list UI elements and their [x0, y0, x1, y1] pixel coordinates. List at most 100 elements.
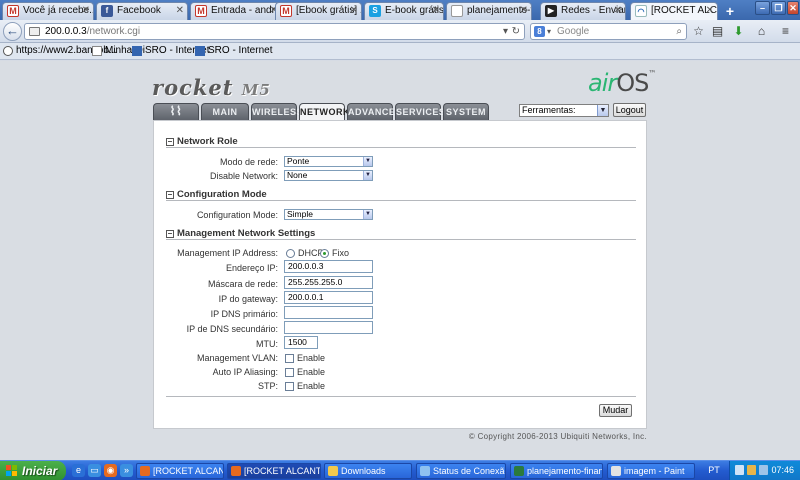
download-icon[interactable]: ⬇	[731, 24, 746, 39]
close-icon[interactable]: ✕	[706, 3, 714, 19]
back-button[interactable]: ←	[3, 22, 22, 41]
ip-address-input[interactable]: 200.0.0.3	[284, 260, 373, 273]
minimize-icon[interactable]: –	[755, 1, 770, 15]
taskbar-item[interactable]: planejamento-finan...	[510, 463, 603, 479]
restore-icon[interactable]: ❐	[771, 1, 786, 15]
collapse-icon[interactable]: –	[166, 230, 174, 238]
logout-button[interactable]: Logout	[613, 103, 646, 117]
show-desktop-icon[interactable]: ▭	[88, 464, 101, 477]
tab-main[interactable]: MAIN	[201, 103, 249, 120]
quicklaunch-icon[interactable]: »	[120, 464, 133, 477]
taskbar-item[interactable]: Downloads	[324, 463, 412, 479]
browser-tab-active[interactable]: ◠ [ROCKET ALCA... ✕	[630, 2, 718, 20]
clock[interactable]: 07:46	[771, 461, 794, 480]
stp-checkbox[interactable]	[285, 382, 294, 391]
close-icon[interactable]: ✕	[350, 3, 358, 19]
airos-logo-air: air	[588, 69, 617, 97]
secondary-dns-input[interactable]	[284, 321, 373, 334]
auto-ip-aliasing-label: Auto IP Aliasing:	[212, 367, 278, 377]
browser-tab[interactable]: S E-book grátis | ... ✕	[364, 2, 444, 20]
tab-wireless[interactable]: WIRELESS	[251, 103, 303, 120]
dropdown-icon[interactable]: ▾	[503, 24, 508, 39]
close-icon[interactable]: ✕	[176, 3, 184, 19]
search-input[interactable]: 8 ▾ Google ⌕	[530, 23, 687, 40]
taskbar-item-label: planejamento-finan...	[527, 466, 603, 476]
close-icon[interactable]: ✕	[520, 3, 528, 19]
tab-services[interactable]: SERVICES	[395, 103, 445, 120]
url-bar[interactable]: 200.0.0.3/network.cgi ▾ ↻	[24, 23, 525, 40]
auto-ip-aliasing-checkbox[interactable]	[285, 368, 294, 377]
browser-tab[interactable]: M [Ebook grátis] ... ✕	[275, 2, 362, 20]
select-value: Simple	[287, 209, 313, 219]
close-window-icon[interactable]: ✕	[787, 1, 799, 15]
apply-button[interactable]: Mudar	[599, 404, 632, 417]
chevron-down-icon[interactable]: ▾	[547, 24, 551, 39]
menu-icon[interactable]: ≡	[778, 24, 793, 39]
taskbar-item[interactable]: imagem - Paint	[607, 463, 695, 479]
security-tray-icon[interactable]	[747, 465, 756, 475]
airos-logo: airOS™	[588, 69, 656, 97]
taskbar-item[interactable]: Status de Conexão ...	[416, 463, 506, 479]
firefox-icon[interactable]: ◉	[104, 464, 117, 477]
management-vlan-label: Management VLAN:	[196, 353, 278, 363]
dhcp-radio[interactable]	[286, 249, 295, 258]
ie-icon[interactable]: e	[72, 464, 85, 477]
tab-network[interactable]: NETWORK	[299, 103, 350, 121]
close-icon[interactable]: ✕	[82, 3, 90, 19]
tab-ubiquiti-logo[interactable]: ⌇⌇	[153, 103, 199, 120]
product-logo: rocket M5	[152, 75, 271, 100]
configuration-mode-section[interactable]: – Configuration Mode	[166, 190, 636, 201]
network-mode-select[interactable]: Ponte ▼	[284, 156, 373, 167]
netmask-input[interactable]: 255.255.255.0	[284, 276, 373, 289]
home-icon[interactable]: ⌂	[754, 24, 769, 39]
primary-dns-input[interactable]	[284, 306, 373, 319]
mtu-input[interactable]: 1500	[284, 336, 318, 349]
site-identity-icon[interactable]	[29, 27, 40, 36]
tab-system[interactable]: SYSTEM	[443, 103, 489, 120]
bookmarks-menu-icon[interactable]: ▤	[710, 24, 725, 39]
language-indicator[interactable]: PT	[700, 461, 728, 480]
network-role-section[interactable]: – Network Role	[166, 137, 636, 148]
chevron-down-icon: ▼	[597, 105, 608, 116]
taskbar-item-active[interactable]: [ROCKET ALCANTIL...	[227, 463, 321, 479]
browser-tab[interactable]: f Facebook ✕	[96, 2, 188, 20]
gateway-input[interactable]: 200.0.0.1	[284, 291, 373, 304]
taskbar-item[interactable]: [ROCKET ALCANTIL...	[136, 463, 224, 479]
bookmark-star-icon[interactable]: ☆	[691, 24, 706, 39]
network-mode-label: Modo de rede:	[219, 157, 278, 167]
firefox-icon	[231, 466, 241, 476]
browser-tab[interactable]: planejamento-finan... ✕	[446, 2, 532, 20]
browser-tab[interactable]: M Entrada - andr... ✕	[190, 2, 282, 20]
fixed-ip-radio[interactable]	[320, 249, 329, 258]
start-button[interactable]: Iniciar	[0, 461, 66, 480]
collapse-icon[interactable]: –	[166, 191, 174, 199]
secondary-dns-label: IP de DNS secundário:	[186, 324, 278, 334]
management-network-section[interactable]: – Management Network Settings	[166, 229, 636, 240]
bookmark-item[interactable]: SRO - Internet	[194, 43, 272, 59]
reload-icon[interactable]: ↻	[512, 24, 520, 39]
google-icon: 8	[534, 26, 545, 37]
stp-label: STP:	[257, 381, 278, 391]
mtu-label: MTU:	[256, 339, 278, 349]
network-tray-icon[interactable]	[735, 465, 744, 475]
tab-advanced[interactable]: ADVANCED	[347, 103, 402, 120]
tools-dropdown[interactable]: Ferramentas: ▼	[519, 104, 609, 117]
close-icon[interactable]: ✕	[614, 3, 622, 19]
fixed-ip-label: Fixo	[332, 248, 350, 258]
collapse-icon[interactable]: –	[166, 138, 174, 146]
configuration-mode-select[interactable]: Simple ▼	[284, 209, 373, 220]
trademark-mark: ™	[648, 69, 656, 78]
search-icon[interactable]: ⌕	[676, 24, 682, 39]
copyright-text: © Copyright 2006-2013 Ubiquiti Networks,…	[468, 432, 647, 441]
browser-tab[interactable]: M Você já recebe... ✕	[2, 2, 94, 20]
blank-page-icon	[451, 5, 463, 17]
disable-network-select[interactable]: None ▼	[284, 170, 373, 181]
browser-tab[interactable]: ▶ Redes - Enviar ... ✕	[540, 2, 626, 20]
new-tab-button[interactable]: +	[721, 3, 739, 19]
close-icon[interactable]: ✕	[432, 3, 440, 19]
management-vlan-checkbox[interactable]	[285, 354, 294, 363]
primary-dns-label: IP DNS primário:	[210, 309, 278, 319]
paint-icon	[611, 466, 621, 476]
link-icon	[3, 46, 13, 56]
volume-tray-icon[interactable]	[759, 465, 768, 475]
